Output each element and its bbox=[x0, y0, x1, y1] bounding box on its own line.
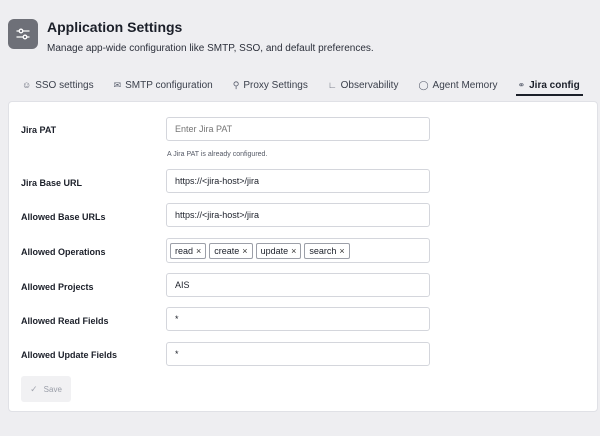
allowed-read-fields-label: Allowed Read Fields bbox=[21, 316, 109, 326]
operation-tag-create: create × bbox=[209, 242, 253, 259]
save-button[interactable]: ✓ Save bbox=[21, 376, 71, 402]
tag-label: read bbox=[175, 245, 194, 256]
page-subtitle: Manage app-wide configuration like SMTP,… bbox=[47, 43, 374, 54]
tab-observability[interactable]: ∟ Observability bbox=[328, 77, 399, 93]
allowed-operations-input[interactable]: read × create × update × search × bbox=[166, 238, 430, 263]
jira-config-form: Jira PAT A Jira PAT is already configure… bbox=[8, 101, 598, 412]
jira-pat-help-text: A Jira PAT is already configured. bbox=[167, 151, 268, 158]
tab-agent-memory[interactable]: ◯ Agent Memory bbox=[418, 77, 497, 93]
settings-sliders-icon bbox=[8, 19, 38, 49]
page-title: Application Settings bbox=[47, 19, 183, 35]
tab-label: SSO settings bbox=[35, 79, 94, 91]
memory-icon: ◯ bbox=[418, 79, 429, 90]
save-button-label: Save bbox=[43, 384, 62, 394]
allowed-base-urls-label: Allowed Base URLs bbox=[21, 212, 106, 222]
allowed-projects-input[interactable]: AIS bbox=[166, 273, 430, 297]
jira-pat-input[interactable] bbox=[166, 117, 430, 141]
tab-label: SMTP configuration bbox=[125, 79, 213, 91]
remove-tag-icon[interactable]: × bbox=[196, 246, 201, 256]
tab-smtp-configuration[interactable]: ✉ SMTP configuration bbox=[114, 77, 213, 93]
page-header: Application Settings Manage app-wide con… bbox=[8, 16, 374, 54]
tag-label: create bbox=[214, 245, 240, 256]
tag-label: search bbox=[309, 245, 337, 256]
chart-icon: ∟ bbox=[327, 80, 337, 90]
allowed-base-urls-input[interactable]: https://<jira-host>/jira bbox=[166, 203, 430, 227]
tab-jira-config[interactable]: ⚭ Jira config bbox=[515, 77, 583, 96]
tab-label: Proxy Settings bbox=[243, 79, 308, 91]
remove-tag-icon[interactable]: × bbox=[291, 246, 296, 256]
tab-label: Jira config bbox=[529, 79, 580, 91]
tag-label: update bbox=[260, 245, 289, 256]
jira-pat-label: Jira PAT bbox=[21, 125, 57, 135]
check-icon: ✓ bbox=[30, 383, 38, 394]
jira-base-url-input[interactable]: https://<jira-host>/jira bbox=[166, 169, 430, 193]
tab-label: Agent Memory bbox=[432, 79, 498, 91]
tab-proxy-settings[interactable]: ⚲ Proxy Settings bbox=[233, 77, 308, 93]
allowed-update-fields-label: Allowed Update Fields bbox=[21, 350, 118, 360]
jira-base-url-label: Jira Base URL bbox=[21, 178, 83, 188]
users-icon: ☺ bbox=[22, 80, 32, 90]
allowed-read-fields-input[interactable]: * bbox=[166, 307, 430, 331]
link-icon: ⚭ bbox=[517, 79, 526, 90]
allowed-operations-label: Allowed Operations bbox=[21, 247, 106, 257]
tab-label: Observability bbox=[340, 79, 399, 91]
remove-tag-icon[interactable]: × bbox=[242, 246, 247, 256]
operation-tag-search: search × bbox=[304, 242, 350, 259]
operation-tag-read: read × bbox=[170, 242, 207, 259]
tab-sso-settings[interactable]: ☺ SSO settings bbox=[22, 77, 94, 93]
allowed-projects-label: Allowed Projects bbox=[21, 282, 94, 292]
operation-tag-update: update × bbox=[255, 242, 302, 259]
mail-icon: ✉ bbox=[113, 79, 122, 90]
network-icon: ⚲ bbox=[232, 79, 240, 90]
remove-tag-icon[interactable]: × bbox=[339, 246, 344, 256]
allowed-update-fields-input[interactable]: * bbox=[166, 342, 430, 366]
settings-tabs: ☺ SSO settings ✉ SMTP configuration ⚲ Pr… bbox=[22, 77, 600, 96]
